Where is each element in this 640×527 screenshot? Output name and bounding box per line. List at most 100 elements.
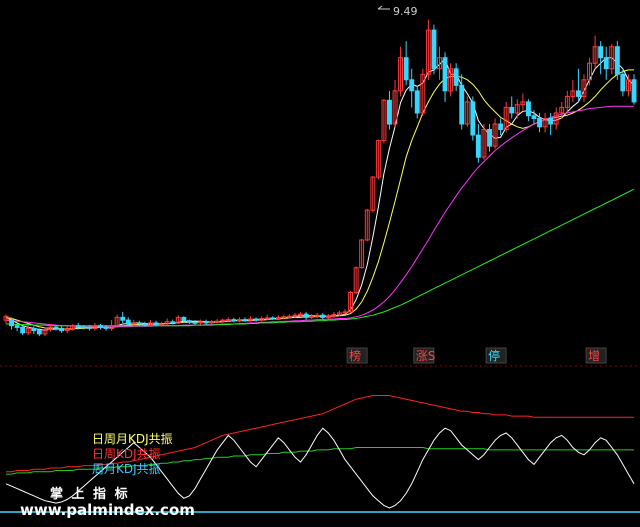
candle-body xyxy=(14,325,20,328)
candle xyxy=(603,46,609,80)
candle-body xyxy=(225,319,231,322)
marker-label: 停 xyxy=(488,348,500,363)
candle-body xyxy=(548,118,554,125)
candle-body xyxy=(303,313,309,318)
ma10-line xyxy=(5,69,634,330)
candle-body xyxy=(53,326,59,329)
candle-body xyxy=(620,73,626,92)
candle-body xyxy=(414,90,420,114)
candle xyxy=(420,68,426,116)
candle-body xyxy=(253,318,259,321)
candle xyxy=(520,93,526,111)
candle-body xyxy=(103,326,109,329)
candle-body xyxy=(281,316,287,319)
candle xyxy=(509,96,515,119)
candle-body xyxy=(598,46,604,59)
high-pointer xyxy=(377,5,390,10)
candle-body xyxy=(36,330,42,335)
candle-body xyxy=(576,90,581,97)
candle xyxy=(598,41,604,75)
candle xyxy=(370,175,376,213)
candle xyxy=(431,24,437,75)
marker-label: 榜 xyxy=(349,348,361,363)
candle-body xyxy=(603,57,609,70)
candle xyxy=(325,314,331,320)
candle xyxy=(470,96,476,141)
candle-body xyxy=(86,326,92,329)
candle xyxy=(570,79,576,102)
candle-body xyxy=(387,99,392,125)
candle-body xyxy=(203,321,209,324)
candle-body xyxy=(142,323,148,326)
candle xyxy=(514,99,520,119)
candle xyxy=(264,314,270,321)
candle xyxy=(414,85,420,119)
candle xyxy=(359,238,365,269)
candle xyxy=(620,68,626,97)
candle xyxy=(475,124,481,163)
candle-body xyxy=(537,118,542,128)
candle-body xyxy=(453,68,459,86)
candle xyxy=(631,74,637,105)
candle xyxy=(109,320,114,331)
candle-body xyxy=(242,319,248,322)
candle-body xyxy=(264,317,270,320)
candle xyxy=(425,19,431,80)
candle xyxy=(592,35,598,69)
candle xyxy=(320,312,326,320)
candle xyxy=(614,41,620,80)
candle xyxy=(375,139,381,180)
candle-body xyxy=(498,123,504,130)
candle xyxy=(42,327,48,337)
candle-body xyxy=(125,319,131,325)
candle-body xyxy=(214,320,220,323)
candle xyxy=(498,118,504,136)
candle xyxy=(120,311,126,323)
candle-body xyxy=(614,46,620,75)
candle-body xyxy=(320,314,326,318)
candle xyxy=(526,99,531,122)
candle-body xyxy=(526,101,531,117)
candle xyxy=(203,319,209,325)
candle-body xyxy=(231,319,237,322)
candle xyxy=(3,314,9,325)
candle-body xyxy=(153,322,159,326)
candle xyxy=(175,315,181,325)
candle xyxy=(487,124,493,152)
moving-average-lines xyxy=(5,57,635,331)
candle xyxy=(353,266,359,295)
candle xyxy=(453,63,459,91)
candle-body xyxy=(431,29,437,70)
candle xyxy=(548,112,554,136)
candle-body xyxy=(631,79,637,103)
signal-markers: 榜 涨S 停 增 xyxy=(346,347,607,364)
candle-body xyxy=(159,323,165,326)
candle xyxy=(98,324,103,330)
marker-label: 涨S xyxy=(416,348,436,363)
candle xyxy=(381,99,387,144)
candle xyxy=(59,326,64,333)
candle-body xyxy=(31,327,37,332)
candle-body xyxy=(59,327,64,332)
candle-body xyxy=(170,321,176,324)
candle-body xyxy=(98,325,103,328)
candle-body xyxy=(187,320,192,323)
candle-body xyxy=(136,322,142,325)
ma5-line xyxy=(5,57,635,331)
candle-body xyxy=(192,321,198,324)
candle-body xyxy=(442,57,448,92)
candle xyxy=(125,317,131,326)
candle xyxy=(442,52,448,102)
candle-body xyxy=(470,101,476,136)
candle xyxy=(231,317,237,323)
candle xyxy=(70,324,76,331)
candle-body xyxy=(75,325,81,328)
price-panel: 9.49 xyxy=(0,5,640,367)
candle xyxy=(198,319,204,325)
bottom-title: 掌 上 指 标 xyxy=(50,487,130,502)
watermark: www.palmindex.com xyxy=(20,501,195,519)
candle xyxy=(309,314,315,320)
overlay-label-2: 日周KDJ共振 xyxy=(92,447,161,461)
high-price-label: 9.49 xyxy=(393,5,418,18)
candle-body xyxy=(409,79,415,92)
